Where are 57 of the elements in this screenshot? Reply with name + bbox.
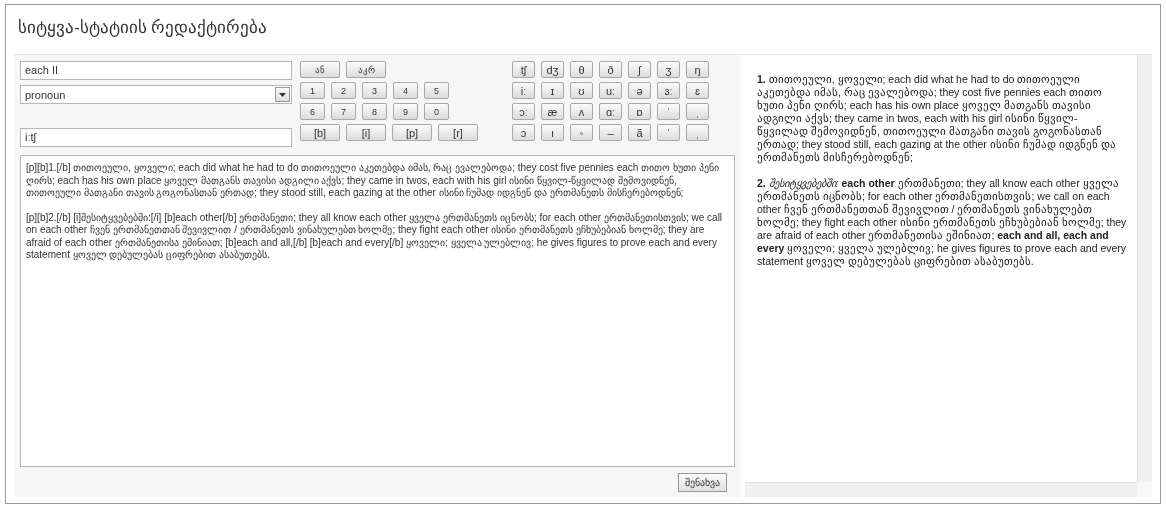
word-field[interactable]: each II [20,61,292,80]
digit-button[interactable]: 7 [331,103,356,120]
transcription-field[interactable]: iːtʃ [20,128,292,147]
action-button[interactable]: ან [300,61,340,78]
part-of-speech-dropdown[interactable]: pronoun [20,85,292,104]
symbol-button[interactable]: ɜː [657,82,680,99]
symbol-button[interactable]: ˈ [657,124,680,141]
symbol-button[interactable]: – [599,124,622,141]
symbol-button[interactable]: ʌ [570,103,593,120]
symbol-button[interactable]: iː [512,82,535,99]
save-button[interactable]: შენახვა [678,472,727,492]
tag-button[interactable]: [p] [392,124,432,141]
symbol-button[interactable]: ɔ [512,124,535,141]
symbol-button[interactable]: uː [599,82,622,99]
symbol-button[interactable]: ə [628,82,651,99]
symbol-button[interactable]: tʃ [512,61,535,78]
symbol-button[interactable]: ɔː [512,103,535,120]
digit-button[interactable]: 1 [300,82,325,99]
symbol-button[interactable]: ã [628,124,651,141]
digit-button[interactable]: 0 [424,103,449,120]
symbol-button[interactable]: ŋ [686,61,709,78]
page-title: სიტყვა-სტატიის რედაქტირება [17,17,269,39]
symbol-button[interactable]: æ [541,103,564,120]
symbol-button[interactable]: ◦ [570,124,593,141]
preview-text: 2. შესიტყვებებში: each other ერთმანეთი; they all know each other ყველა ერთმანეთს იცნობს; for each other ერთმანეთისთვის; we call on each other ჩვენ ერთმანეთთან შევივლით / ერთმანეთს ვინახულებთ ხოლმე; they fight each other ისინი ერთმანეთს ეჩხუბებიან ხოლმე; they are afraid of each other ერთმანეთისა ეშინიათ; each and all, each and every ყოველი; ყველა ულებლივ; he gives figures to prove each and every statement ყოველ დებულებას ციფრებით ასაბუთებს. [757,177,1127,268]
symbol-button[interactable]: dʒ [541,61,564,78]
digit-button[interactable]: 5 [424,82,449,99]
symbol-button[interactable]: ʃ [628,61,651,78]
digit-button[interactable]: 8 [362,103,387,120]
symbol-button[interactable]: ɪ [541,82,564,99]
editor-text: [p][b]2.[/b] [i]შესიტყვებებში:[/i] [b]each other[/b] ერთმანეთი; they all know each other ყველა ერთმანეთს იცნობს; for each other ერთმანეთისთვის; we call on each other ჩვენ ერთმანეთთან შევივლით / ერთმანეთს ვინახულებთ ხოლმე; they fight each other ისინი ერთმანეთს ეჩხუბებიან ხოლმე; they are afraid of each other ერთმანეთისა ეშინიათ; [b]each and all,[/b] [b]each and every[/b] ყოველი; ყველა ულებლივ; he gives figures to prove each and every statement ყოველ დებულებას ციფრებით ასაბუთებს. [26,211,724,262]
symbol-button[interactable]: ˌ [686,124,709,141]
symbol-button[interactable]: ʒ [657,61,680,78]
symbol-button[interactable]: ʊ [570,82,593,99]
tag-button[interactable]: [i] [346,124,386,141]
horizontal-scrollbar[interactable] [745,482,1137,497]
editor-field[interactable] [20,155,735,467]
preview-text: 1. თითოეული, ყოველი; each did what he had to do თითოეული აკეთებდა იმას, რაც ევალებოდა; they cost five pennies each თითო ხუთი პენი ღირს; each has his own place ყოველ მათგანს თავისი ადგილი აქვს; they came in twos, each with his girl ისინი წყვილ-წყვილად შემოვიდნენ, თითოეული მათგანი თავის გოგონასთან ერთად; they stood still, each gazing at the other ისინი ჩუმად იდგნენ და ერთმანეთს მისჩერებოდნენ; [757,73,1117,164]
digit-button[interactable]: 3 [362,82,387,99]
symbol-button[interactable]: ˌ [686,103,709,120]
vertical-scrollbar[interactable] [1137,55,1152,482]
tag-button[interactable]: [b] [300,124,340,141]
tag-button[interactable]: [r] [438,124,478,141]
digit-button[interactable]: 6 [300,103,325,120]
symbol-button[interactable]: ɒ [628,103,651,120]
digit-button[interactable]: 2 [331,82,356,99]
symbol-button[interactable]: ı [541,124,564,141]
symbol-button[interactable]: ɛ [686,82,709,99]
symbol-button[interactable]: ð [599,61,622,78]
symbol-button[interactable]: ˈ [657,103,680,120]
symbol-button[interactable]: θ [570,61,593,78]
digit-button[interactable]: 4 [393,82,418,99]
caret-icon [275,87,290,102]
editor-text: [p][b]1.[/b] თითოეული, ყოველი; each did what he had to do თითოეული აკეთებდა იმას, რაც ევალებოდა; they cost five pennies each თითო ხუთი პენი ღირს; each has his own place ყოველ მათგანს თავისი ადგილი აქვს; they came in twos, each with his girl ისინი წყვილ-წყვილად შემოვიდნენ, თითოეული მათგანი თავის გოგონასთან ერთად; they stood still, each gazing at the other ისინი ჩუმად იდგნენ და ერთმანეთს მისჩერებოდნენ; [26,162,720,200]
action-button[interactable]: აკრ [346,61,386,78]
digit-button[interactable]: 9 [393,103,418,120]
symbol-button[interactable]: ɑː [599,103,622,120]
